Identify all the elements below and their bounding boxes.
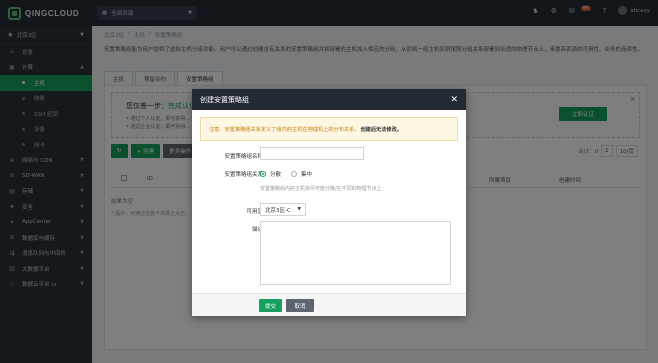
relation-options: 分散 集中	[260, 170, 312, 178]
zone-value: 北京3区-C	[265, 207, 291, 214]
submit-button[interactable]: 提交	[259, 299, 282, 312]
radio-gather[interactable]	[291, 171, 298, 177]
dialog-header: 创建安置策略组 ✕	[192, 89, 466, 110]
dialog-title: 创建安置策略组	[200, 95, 249, 104]
close-icon[interactable]: ✕	[450, 95, 458, 105]
name-label: 安置策略组名称	[224, 154, 263, 160]
warning-emphasis: 创建后无法修改。	[360, 126, 402, 133]
radio-spread[interactable]	[260, 171, 266, 177]
create-placement-group-dialog: 创建安置策略组 ✕ 注意：安置策略组关系定义了组内的主机在物理机上的分布关系，创…	[192, 89, 466, 316]
zone-select[interactable]: 北京3区-C ▼	[260, 203, 306, 216]
chevron-down-icon: ▼	[297, 207, 301, 212]
warning-banner: 注意：安置策略组关系定义了组内的主机在物理机上的分布关系， 创建后无法修改。	[200, 117, 458, 141]
relation-label: 安置策略组关系	[224, 172, 263, 178]
name-input[interactable]	[260, 147, 364, 160]
warning-text: 注意：安置策略组关系定义了组内的主机在物理机上的分布关系，	[209, 126, 360, 133]
cancel-button[interactable]: 取消	[286, 299, 314, 312]
dialog-footer: 提交 取消	[192, 293, 466, 316]
relation-help: 安置策略组内的主机将尽可能分散/在不同的物理节点上	[260, 186, 382, 192]
description-textarea[interactable]	[260, 221, 451, 285]
radio-gather-label[interactable]: 集中	[301, 170, 312, 178]
radio-spread-label[interactable]: 分散	[270, 170, 281, 178]
